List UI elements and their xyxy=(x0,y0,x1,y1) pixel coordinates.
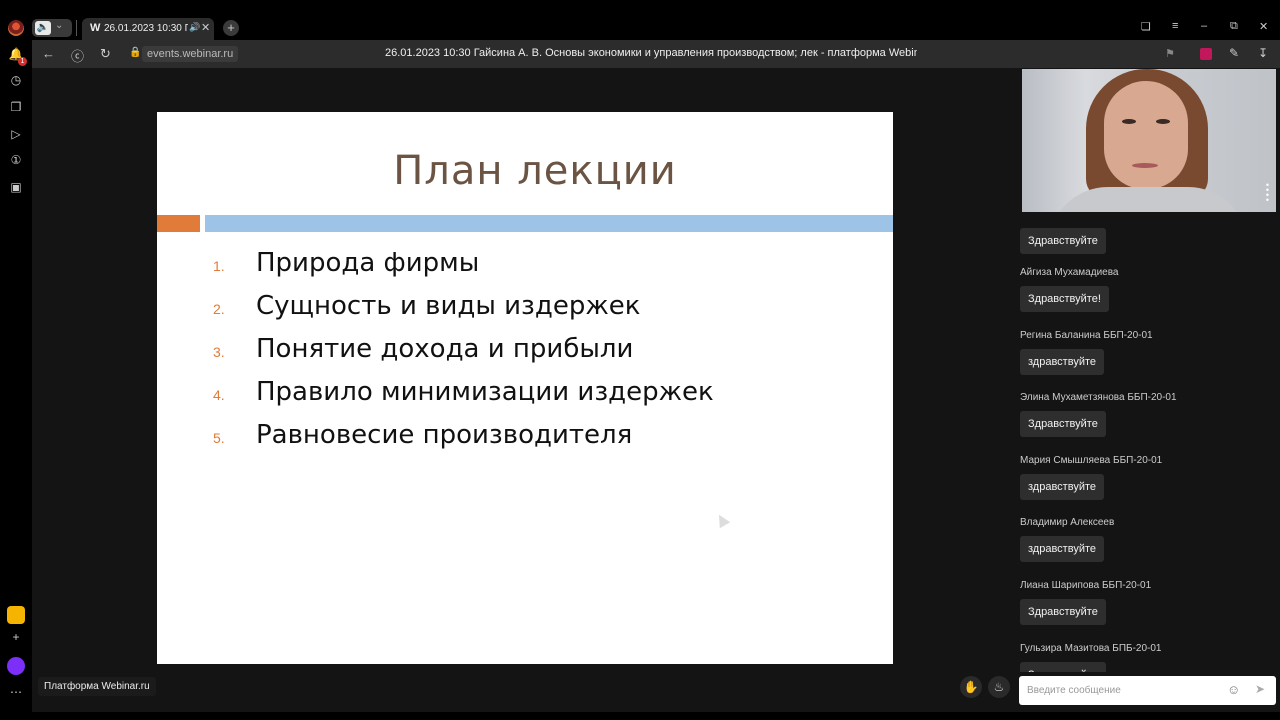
chat-input-container: ☺ ➤ xyxy=(1019,676,1276,705)
list-number: 4. xyxy=(213,387,225,403)
tab-title: 26.01.2023 10:30 Гай xyxy=(104,23,188,34)
slide-title: План лекции xyxy=(393,148,677,194)
tab-audio-icon[interactable]: 🔊 xyxy=(189,22,200,33)
restore-icon[interactable]: ⧉ xyxy=(1230,20,1238,33)
reaction-button[interactable]: ♨ xyxy=(988,676,1010,698)
presenter-sweater xyxy=(1048,187,1248,212)
chat-author: Гульзира Мазитова БПБ-20-01 xyxy=(1020,643,1162,654)
counter-icon[interactable]: ① xyxy=(8,152,24,168)
webinar-favicon-icon: W xyxy=(90,22,101,34)
divider xyxy=(76,20,77,36)
chat-message: Регина Баланина ББП-20-01 здравствуйте xyxy=(1020,330,1153,375)
chat-author: Регина Баланина ББП-20-01 xyxy=(1020,330,1153,341)
close-window-icon[interactable]: ✕ xyxy=(1259,20,1268,33)
list-text: Равновесие производителя xyxy=(256,420,633,450)
list-text: Природа фирмы xyxy=(256,248,480,278)
notification-badge: 1 xyxy=(18,57,27,66)
chat-text: Здравствуйте xyxy=(1020,599,1106,625)
chat-message: Мария Смышляева ББП-20-01 здравствуйте xyxy=(1020,455,1162,500)
chat-author: Элина Мухаметзянова ББП-20-01 xyxy=(1020,392,1177,403)
chat-text: Здравствуйте xyxy=(1020,662,1106,672)
presenter-eye xyxy=(1122,119,1136,124)
more-icon[interactable]: ⋯ xyxy=(8,684,24,700)
browser-tab-bar: 🔈 ⌄ W 26.01.2023 10:30 Гай 🔊 ✕ + ❏ ≡ – ⧉… xyxy=(0,0,1280,40)
chat-author: Айгиза Мухамадиева xyxy=(1020,267,1119,278)
list-number: 1. xyxy=(213,258,225,274)
menu-icon[interactable]: ≡ xyxy=(1172,20,1178,32)
chat-message: Лиана Шарипова ББП-20-01 Здравствуйте xyxy=(1020,580,1151,625)
chat-author: Владимир Алексеев xyxy=(1020,517,1115,528)
play-icon[interactable]: ▷ xyxy=(8,126,24,142)
raise-hand-button[interactable]: ✋ xyxy=(960,676,982,698)
presenter-eye xyxy=(1156,119,1170,124)
chat-panel: Здравствуйте Айгиза Мухамадиева Здравств… xyxy=(1012,220,1280,672)
sound-control[interactable]: 🔈 ⌄ xyxy=(32,19,72,37)
collections-icon[interactable]: ❐ xyxy=(8,99,24,115)
list-text: Понятие дохода и прибыли xyxy=(256,334,634,364)
emoji-icon[interactable]: ☺ xyxy=(1227,682,1240,697)
bookmarks-icon[interactable]: ❏ xyxy=(1141,20,1151,33)
reload-icon[interactable]: ↻ xyxy=(100,46,111,62)
chat-text: Здравствуйте! xyxy=(1020,286,1109,312)
chat-text: Здравствуйте xyxy=(1020,411,1106,437)
url-domain[interactable]: events.webinar.ru xyxy=(142,46,239,62)
history-icon[interactable]: ◷ xyxy=(8,72,24,88)
list-text: Правило минимизации издержек xyxy=(256,377,714,407)
share-icon[interactable]: ✎ xyxy=(1229,46,1239,60)
download-icon[interactable]: ↧ xyxy=(1258,46,1268,60)
browser-logo-icon[interactable] xyxy=(8,20,24,36)
presenter-webcam[interactable]: • • • • xyxy=(1022,69,1276,212)
chat-message: Элина Мухаметзянова ББП-20-01 Здравствуй… xyxy=(1020,392,1177,437)
chat-author: Лиана Шарипова ББП-20-01 xyxy=(1020,580,1152,591)
list-text: Сущность и виды издержек xyxy=(256,291,641,321)
chat-text: здравствуйте xyxy=(1020,474,1104,500)
alice-icon[interactable] xyxy=(7,657,25,675)
screenshot-icon[interactable]: ▣ xyxy=(8,179,24,195)
slide-accent-blue xyxy=(205,215,893,232)
bookmark-icon[interactable]: ⚑ xyxy=(1165,47,1175,60)
list-number: 2. xyxy=(213,301,225,317)
chat-author: Мария Смышляева ББП-20-01 xyxy=(1020,455,1163,466)
presenter-face xyxy=(1104,81,1188,189)
add-icon[interactable]: + xyxy=(8,629,24,645)
extension-icon[interactable] xyxy=(1200,48,1212,60)
chat-message: Айгиза Мухамадиева Здравствуйте! xyxy=(1020,267,1119,312)
chat-message: Здравствуйте xyxy=(1020,220,1106,254)
chat-message: Гульзира Мазитова БПБ-20-01 Здравствуйте xyxy=(1020,643,1162,672)
speaker-icon[interactable]: 🔈 xyxy=(35,21,51,35)
page-title[interactable]: 26.01.2023 10:30 Гайсина А. В. Основы эк… xyxy=(385,47,917,59)
webcam-options-icon[interactable]: • • • • xyxy=(1266,181,1269,205)
chat-message-input[interactable] xyxy=(1027,682,1223,699)
slide-accent-orange xyxy=(157,215,200,232)
browser-sidebar: 🔔 1 ◷ ❐ ▷ ① ▣ + ⋯ xyxy=(0,40,32,720)
chat-message: Владимир Алексеев здравствуйте xyxy=(1020,517,1114,562)
presenter-mouth xyxy=(1132,163,1158,168)
chevron-down-icon[interactable]: ⌄ xyxy=(55,20,63,31)
list-number: 3. xyxy=(213,344,225,360)
active-tab[interactable]: W 26.01.2023 10:30 Гай 🔊 ✕ xyxy=(82,18,214,40)
send-icon[interactable]: ➤ xyxy=(1255,682,1265,696)
list-number: 5. xyxy=(213,430,225,446)
presentation-slide: План лекции 1. Природа фирмы 2. Сущность и… xyxy=(157,112,893,664)
new-tab-button[interactable]: + xyxy=(223,20,239,36)
chat-text: здравствуйте xyxy=(1020,536,1104,562)
address-bar: ← ⓒ ↻ 🔒 events.webinar.ru 26.01.2023 10:… xyxy=(32,40,1280,68)
mail-app-icon[interactable] xyxy=(7,606,25,624)
minimize-icon[interactable]: – xyxy=(1201,20,1207,32)
chat-text: Здравствуйте xyxy=(1020,228,1106,254)
yandex-icon[interactable]: ⓒ xyxy=(71,46,84,65)
back-icon[interactable]: ← xyxy=(42,46,55,61)
tooltip: Платформа Webinar.ru xyxy=(38,677,156,696)
close-tab-icon[interactable]: ✕ xyxy=(201,21,210,34)
lock-icon: 🔒 xyxy=(129,47,142,58)
chat-text: здравствуйте xyxy=(1020,349,1104,375)
